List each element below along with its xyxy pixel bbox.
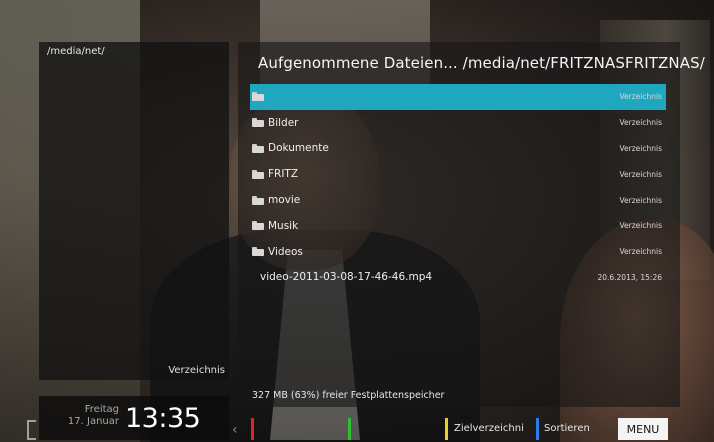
list-item-musik[interactable]: Musik Verzeichnis (250, 213, 666, 239)
weekday-label: Freitag (84, 404, 119, 415)
folder-icon (252, 221, 264, 231)
list-item-video-file[interactable]: video-2011-03-08-17-46-46.mp4 20.6.2013,… (250, 265, 666, 291)
red-button[interactable] (251, 418, 254, 440)
menu-button[interactable]: MENU (618, 418, 668, 440)
blue-button[interactable] (536, 418, 539, 440)
list-item-type: Verzeichnis (619, 247, 662, 257)
clock-time: 13:35 (125, 403, 201, 434)
date-text: 17. Januar (67, 416, 119, 427)
list-item-type: Verzeichnis (619, 195, 662, 205)
list-item-name: video-2011-03-08-17-46-46.mp4 (260, 271, 433, 284)
current-path-label: /media/net/ (47, 46, 105, 57)
folder-icon (252, 247, 264, 257)
list-item-type: Verzeichnis (619, 118, 662, 128)
blue-button-label[interactable]: Sortieren (544, 423, 590, 434)
list-item-type: Verzeichnis (619, 92, 662, 102)
list-item-dokumente[interactable]: Dokumente Verzeichnis (250, 136, 666, 162)
file-browser-panel: Aufgenommene Dateien... /media/net/FRITZ… (238, 42, 705, 407)
folder-icon (252, 118, 264, 128)
list-item-name: FRITZ (268, 168, 299, 181)
list-item-name: Musik (268, 219, 299, 232)
yellow-button-label[interactable]: Zielverzeichni (454, 423, 524, 434)
list-item-parent-folder[interactable]: Verzeichnis (250, 84, 666, 110)
folder-icon (252, 143, 264, 153)
item-type-label: Verzeichnis (168, 365, 225, 376)
bracket-left-icon (27, 420, 36, 440)
list-item-type: Verzeichnis (619, 143, 662, 153)
list-item-name: Videos (268, 245, 303, 258)
clock-panel: Freitag 17. Januar 13:35 (39, 396, 229, 440)
list-item-name: Bilder (268, 116, 299, 129)
free-space-status: 327 MB (63%) freier Festplattenspeicher (252, 390, 445, 401)
browser-title: Aufgenommene Dateien... /media/net/FRITZ… (258, 54, 705, 72)
green-button[interactable] (348, 418, 351, 440)
list-item-movie[interactable]: movie Verzeichnis (250, 187, 666, 213)
list-item-date: 20.6.2013, 15:26 (597, 272, 662, 282)
list-item-fritz[interactable]: FRITZ Verzeichnis (250, 161, 666, 187)
folder-icon (252, 169, 264, 179)
file-list[interactable]: Verzeichnis Bilder Verzeichnis Dokumente… (250, 84, 666, 290)
list-item-type: Verzeichnis (619, 169, 662, 179)
list-item-type: Verzeichnis (619, 221, 662, 231)
info-panel: /media/net/ Verzeichnis (39, 42, 229, 380)
date-label: Freitag 17. Januar (59, 404, 119, 428)
folder-up-icon (252, 92, 264, 102)
list-item-name: movie (268, 194, 301, 207)
chevron-left-icon: ‹ (232, 422, 238, 438)
list-item-videos[interactable]: Videos Verzeichnis (250, 239, 666, 265)
list-item-bilder[interactable]: Bilder Verzeichnis (250, 110, 666, 136)
list-item-name: Dokumente (268, 142, 329, 155)
yellow-button[interactable] (445, 418, 448, 440)
folder-icon (252, 195, 264, 205)
